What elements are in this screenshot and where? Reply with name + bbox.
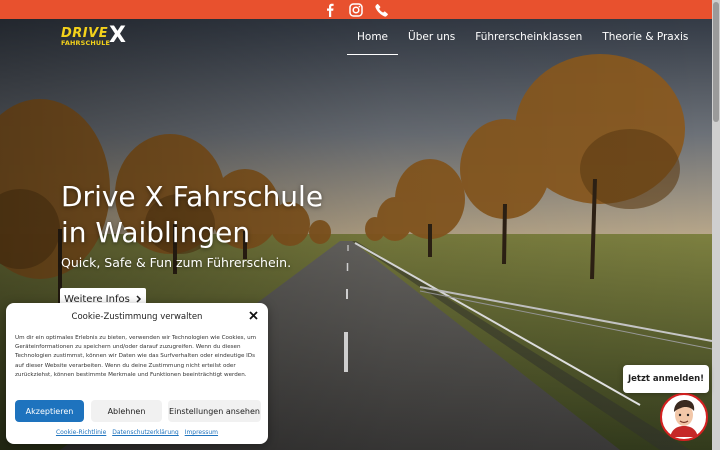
main-nav: Home Über uns Führerscheinklassen Theori… (346, 31, 708, 55)
cookie-policy-link[interactable]: Cookie-Richtlinie (56, 429, 106, 436)
facebook-icon[interactable] (323, 3, 337, 17)
nav-item-ueber-uns[interactable]: Über uns (408, 31, 455, 43)
logo-word-fahrschule: FAHRSCHULE (61, 39, 111, 47)
hero-subtitle: Quick, Safe & Fun zum Führerschein. (61, 255, 292, 270)
cookie-title: Cookie-Zustimmung verwalten (71, 312, 203, 322)
instructor-avatar-icon[interactable] (660, 393, 708, 441)
hero-title-line2: in Waiblingen (61, 216, 251, 249)
imprint-link[interactable]: Impressum (185, 429, 218, 436)
view-settings-button[interactable]: Einstellungen ansehen (168, 400, 261, 422)
logo-mark-x: X (109, 23, 126, 48)
instagram-icon[interactable] (349, 2, 363, 17)
social-topbar (0, 0, 712, 19)
privacy-policy-link[interactable]: Datenschutzerklärung (112, 429, 179, 436)
register-now-button[interactable]: Jetzt anmelden! (623, 365, 709, 393)
close-icon[interactable] (249, 311, 258, 322)
accept-button[interactable]: Akzeptieren (15, 400, 84, 422)
cookie-description: Um dir ein optimales Erlebnis zu bieten,… (15, 335, 257, 378)
cookie-links: Cookie-Richtlinie Datenschutzerklärung I… (6, 429, 268, 436)
deny-button[interactable]: Ablehnen (91, 400, 162, 422)
nav-item-theorie-praxis[interactable]: Theorie & Praxis (602, 31, 688, 43)
hero-title-line1: Drive X Fahrschule (61, 180, 324, 213)
chevron-right-icon (136, 295, 141, 303)
scrollbar[interactable] (712, 0, 720, 450)
phone-icon[interactable] (375, 3, 389, 17)
cookie-consent-dialog: Cookie-Zustimmung verwalten Um dir ein o… (6, 303, 268, 444)
logo[interactable]: DRIVE FAHRSCHULE X (61, 23, 131, 49)
nav-item-fuehrerscheinklassen[interactable]: Führerscheinklassen (475, 31, 582, 43)
nav-item-home[interactable]: Home (346, 31, 399, 55)
hero-title: Drive X Fahrschule in Waiblingen (61, 179, 323, 251)
scrollbar-thumb[interactable] (713, 2, 719, 122)
